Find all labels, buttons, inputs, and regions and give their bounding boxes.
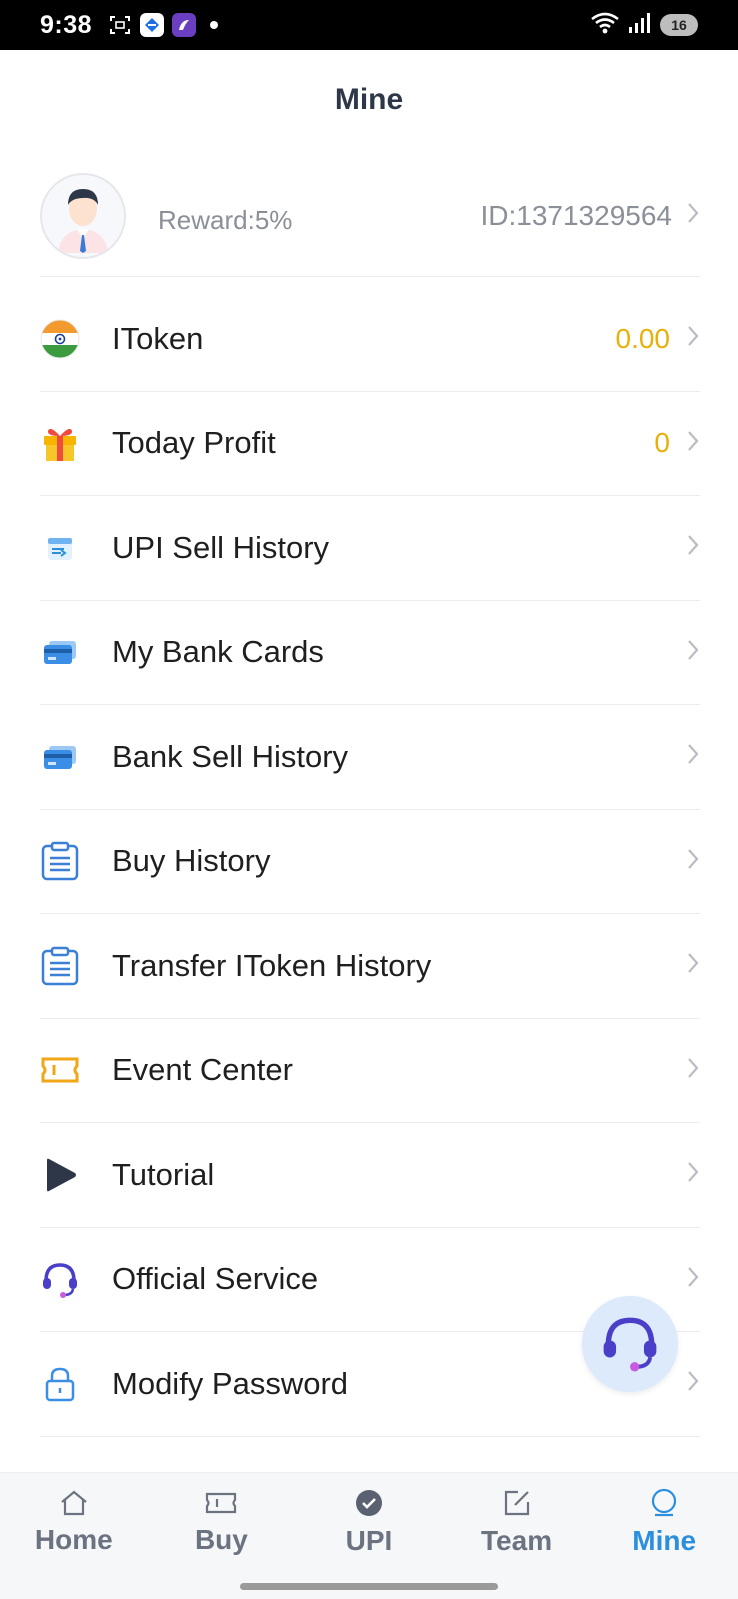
home-icon [59, 1489, 89, 1522]
battery-icon: 16 [660, 14, 698, 36]
chevron-right-icon [686, 638, 700, 667]
itoken-balance: 0.00 [615, 322, 671, 354]
menu-list: IToken 0.00 Today Profit 0 UPI Sell Hist… [40, 287, 700, 1437]
bottom-tab-bar: Home Buy UPI Team Mine [0, 1472, 738, 1572]
wifi-icon [590, 11, 620, 40]
menu-item-my-bank-cards[interactable]: My Bank Cards [40, 601, 700, 705]
notification-dot-icon [210, 21, 219, 29]
headset-icon [40, 1259, 80, 1299]
user-circle-icon [649, 1488, 679, 1523]
tab-label: Team [481, 1525, 553, 1556]
play-icon [40, 1155, 80, 1195]
clipboard-icon [40, 946, 80, 986]
menu-item-label: Official Service [112, 1261, 319, 1297]
chevron-right-icon [686, 1056, 700, 1085]
chevron-right-icon [686, 1160, 700, 1189]
menu-item-label: Today Profit [112, 425, 276, 461]
india-flag-icon [40, 319, 80, 359]
chevron-right-icon [686, 429, 700, 458]
tab-label: Home [34, 1524, 113, 1555]
menu-item-label: Event Center [112, 1052, 293, 1088]
menu-item-buy-history[interactable]: Buy History [40, 810, 700, 914]
signal-icon [628, 12, 652, 39]
bank-card-icon [40, 737, 80, 777]
menu-item-upi-sell-history[interactable]: UPI Sell History [40, 496, 700, 601]
reward-text: Reward:5% [158, 205, 293, 235]
chevron-right-icon [686, 324, 700, 353]
chevron-right-icon [686, 742, 700, 771]
tab-team[interactable]: Team [443, 1473, 591, 1572]
menu-item-tutorial[interactable]: Tutorial [40, 1123, 700, 1228]
lock-icon [40, 1364, 80, 1404]
ticket-icon [205, 1489, 237, 1522]
menu-item-label: IToken [112, 320, 204, 356]
chevron-right-icon [686, 1265, 700, 1294]
user-id: ID:1371329564 [480, 199, 672, 231]
messenger-icon [140, 13, 165, 37]
status-notification-icons [108, 13, 219, 37]
status-bar: 9:38 16 [0, 0, 738, 50]
upi-transfer-icon [40, 528, 80, 568]
home-gesture-bar[interactable] [240, 1583, 498, 1590]
menu-item-itoken[interactable]: IToken 0.00 [40, 287, 700, 392]
chevron-right-icon [686, 951, 700, 980]
tab-buy[interactable]: Buy [148, 1473, 296, 1572]
tab-label: UPI [345, 1525, 393, 1556]
menu-item-today-profit[interactable]: Today Profit 0 [40, 392, 700, 496]
avatar [40, 172, 126, 259]
menu-item-bank-sell-history[interactable]: Bank Sell History [40, 705, 700, 810]
menu-item-label: My Bank Cards [112, 634, 324, 670]
menu-item-label: Bank Sell History [112, 738, 349, 774]
bank-card-icon [40, 632, 80, 672]
chevron-right-icon [686, 200, 700, 232]
app-notification-icon [172, 13, 197, 37]
headset-icon [599, 1311, 661, 1378]
chevron-right-icon [686, 533, 700, 562]
clipboard-icon [40, 841, 80, 881]
screenshot-icon [108, 13, 132, 37]
menu-item-label: UPI Sell History [112, 529, 330, 565]
tab-label: Buy [194, 1524, 248, 1555]
menu-item-label: Tutorial [112, 1156, 215, 1192]
today-profit-value: 0 [654, 427, 670, 459]
tab-upi[interactable]: UPI [295, 1473, 443, 1572]
status-system-icons: 16 [590, 11, 698, 40]
edit-square-icon [502, 1488, 532, 1523]
menu-item-label: Modify Password [112, 1365, 349, 1401]
chevron-right-icon [686, 1369, 700, 1398]
customer-service-button[interactable] [582, 1296, 678, 1392]
menu-item-label: Transfer IToken History [112, 947, 432, 983]
status-time: 9:38 [40, 10, 93, 39]
tab-home[interactable]: Home [0, 1473, 148, 1572]
ticket-icon [40, 1050, 80, 1090]
menu-item-event-center[interactable]: Event Center [40, 1019, 700, 1123]
chevron-right-icon [686, 847, 700, 876]
check-circle-icon [354, 1488, 384, 1523]
tab-mine[interactable]: Mine [590, 1473, 738, 1572]
page-header: Mine [0, 50, 738, 150]
tab-label: Mine [632, 1525, 697, 1556]
page-title: Mine [334, 83, 404, 116]
gift-icon [40, 423, 80, 463]
menu-item-transfer-itoken-history[interactable]: Transfer IToken History [40, 914, 700, 1019]
profile-row[interactable]: Reward:5% ID:1371329564 [40, 155, 700, 277]
menu-item-label: Buy History [112, 843, 271, 879]
